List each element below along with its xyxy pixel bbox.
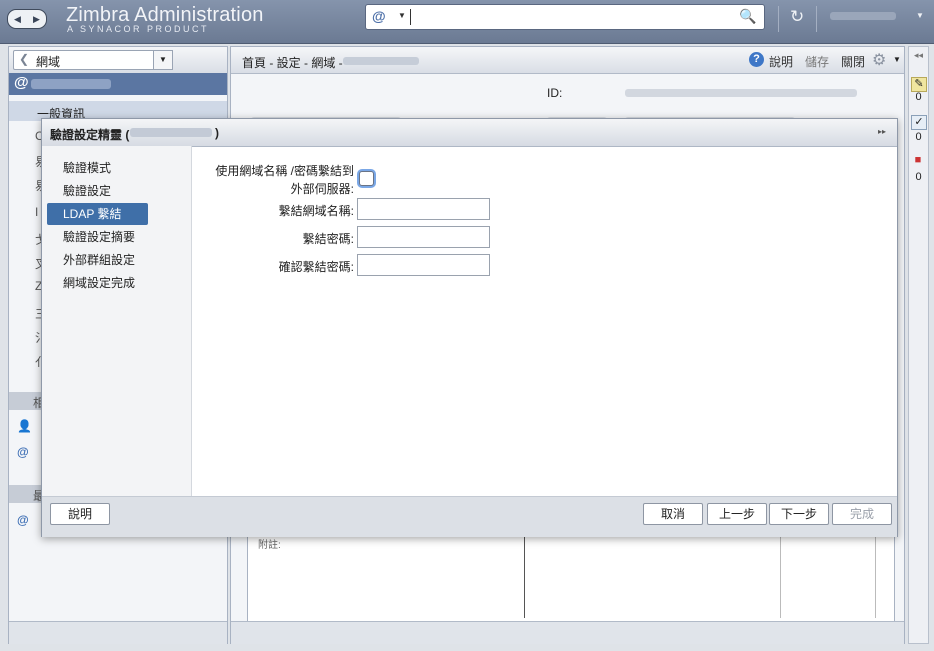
domain-id-redacted xyxy=(625,89,857,97)
dialog-title-bar[interactable]: 驗證設定精靈 ( ) ▸▸ xyxy=(42,119,897,147)
use-bind-label: 外部伺服器: xyxy=(290,182,354,196)
next-button[interactable]: 下一步 xyxy=(769,503,829,525)
domain-id-label: ID: xyxy=(547,86,563,100)
rail-count: 0 xyxy=(915,91,922,103)
chevron-down-icon[interactable]: ▼ xyxy=(153,50,173,70)
wizard-step-complete[interactable]: 網域設定完成 xyxy=(47,272,148,294)
chevron-down-icon[interactable]: ▼ xyxy=(398,11,406,20)
user-account-menu[interactable] xyxy=(830,12,896,20)
rail-count: 0 xyxy=(915,171,922,183)
tasks-icon[interactable]: ✓ xyxy=(911,115,927,130)
bind-dn-input[interactable] xyxy=(357,198,490,220)
gear-icon[interactable]: ⚙ xyxy=(872,50,886,70)
alias-icon: @ xyxy=(17,445,29,459)
navigation-footer xyxy=(9,621,227,644)
bind-password-input[interactable] xyxy=(357,226,490,248)
search-input[interactable]: @ ▼ 🔍 xyxy=(365,4,765,30)
user-icon: 👤 xyxy=(17,419,32,433)
chevron-down-icon[interactable]: ▼ xyxy=(893,55,901,64)
content-footer xyxy=(231,621,904,644)
domain-icon: @ xyxy=(17,513,29,527)
confirm-password-input[interactable] xyxy=(357,254,490,276)
domain-icon: @ xyxy=(14,74,29,91)
use-bind-checkbox[interactable] xyxy=(359,171,374,186)
wizard-step-summary[interactable]: 驗證設定摘要 xyxy=(47,226,148,248)
app-brand-subtitle: A SYNACOR PRODUCT xyxy=(67,24,210,34)
bind-password-label: 繫結密碼: xyxy=(302,232,354,246)
history-nav[interactable]: ◀ ▶ xyxy=(7,9,47,29)
breadcrumb-domain-redacted xyxy=(343,57,419,65)
wizard-step-ldap-bind[interactable]: LDAP 繫結 xyxy=(47,203,148,225)
rail-count: 0 xyxy=(915,131,922,143)
back-button-label: 網域 xyxy=(36,55,61,69)
collapse-rail-icon[interactable]: ◂◂ xyxy=(909,50,928,61)
confirm-password-label: 確認繫結密碼: xyxy=(278,260,354,274)
domain-name-redacted xyxy=(31,79,111,89)
dialog-title: 驗證設定精靈 ( xyxy=(50,128,130,142)
divider xyxy=(778,6,779,32)
close-button[interactable]: 關閉 xyxy=(841,53,865,70)
finish-button[interactable]: 完成 xyxy=(832,503,892,525)
sidebar-item-fragment[interactable]: I xyxy=(35,205,38,219)
alerts-icon[interactable]: ■ xyxy=(911,154,925,167)
refresh-icon[interactable]: ↻ xyxy=(790,7,804,27)
wizard-step-auth-mode[interactable]: 驗證模式 xyxy=(47,157,148,179)
help-link[interactable]: 說明 xyxy=(769,53,793,70)
divider xyxy=(816,6,817,32)
content-header: 首頁 - 設定 - 網域 - ? 說明 儲存 關閉 ⚙ ▼ xyxy=(231,47,904,74)
expand-icon[interactable]: ▸▸ xyxy=(878,127,886,136)
breadcrumb[interactable]: 首頁 - 設定 - 網域 - xyxy=(242,54,343,71)
chevron-down-icon[interactable]: ▼ xyxy=(916,11,924,20)
help-button[interactable]: 說明 xyxy=(50,503,110,525)
right-rail: ◂◂ ✎ 0 ✓ 0 ■ 0 xyxy=(908,46,929,644)
text-caret xyxy=(410,9,411,25)
chevron-left-icon: ❮ xyxy=(19,52,30,66)
top-bar: ◀ ▶ Zimbra Administration A SYNACOR PROD… xyxy=(0,0,934,44)
notes-icon[interactable]: ✎ xyxy=(911,77,927,92)
dialog-footer: 說明 取消 上一步 下一步 完成 xyxy=(42,496,897,537)
wizard-step-auth-settings[interactable]: 驗證設定 xyxy=(47,180,148,202)
dialog-title-domain-redacted xyxy=(130,128,212,137)
save-button[interactable]: 儲存 xyxy=(805,53,829,70)
cancel-button[interactable]: 取消 xyxy=(643,503,703,525)
help-icon[interactable]: ? xyxy=(749,52,764,67)
selected-domain[interactable]: @ xyxy=(9,73,227,95)
navigation-header: ❮ 網域 ▼ xyxy=(9,47,227,74)
auth-config-wizard-dialog: 驗證設定精靈 ( ) ▸▸ 驗證模式 驗證設定 LDAP 繫結 驗證設定摘要 外… xyxy=(41,118,898,537)
wizard-step-external-groups[interactable]: 外部群組設定 xyxy=(47,249,148,271)
notes-label: 附註: xyxy=(258,540,281,551)
wizard-steps: 驗證模式 驗證設定 LDAP 繫結 驗證設定摘要 外部群組設定 網域設定完成 xyxy=(42,146,192,496)
use-bind-label: 使用網域名稱 /密碼繫結到 xyxy=(215,164,354,178)
search-scope-selector[interactable]: @ xyxy=(372,8,386,24)
previous-button[interactable]: 上一步 xyxy=(707,503,767,525)
search-icon[interactable]: 🔍 xyxy=(739,8,756,25)
bind-dn-label: 繫結網域名稱: xyxy=(278,204,354,218)
back-arrow-icon[interactable]: ◀ xyxy=(14,14,21,25)
forward-arrow-icon[interactable]: ▶ xyxy=(33,14,40,25)
back-to-domains-button[interactable]: ❮ 網域 xyxy=(13,50,171,70)
dialog-title-suffix: ) xyxy=(215,126,219,140)
